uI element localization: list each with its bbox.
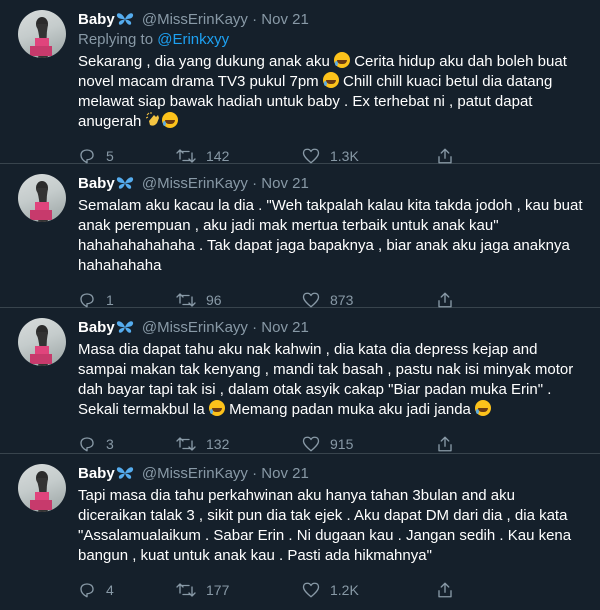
retweet-count: 132: [206, 436, 230, 452]
display-name[interactable]: Baby: [78, 11, 115, 28]
retweet-count: 96: [206, 292, 222, 308]
share-icon: [438, 148, 452, 164]
avatar[interactable]: [18, 10, 66, 58]
share-button[interactable]: [436, 435, 476, 453]
reply-icon: [80, 293, 94, 308]
reply-count: 4: [106, 582, 114, 598]
tweet-date[interactable]: Nov 21: [261, 175, 309, 192]
tweet[interactable]: Baby @MissErinKayy · Nov 21 Semalam aku …: [0, 164, 600, 308]
tweet-date[interactable]: Nov 21: [261, 465, 309, 482]
separator-dot: ·: [252, 319, 258, 336]
laughing-emoji-icon: [334, 52, 351, 68]
user-handle[interactable]: @MissErinKayy: [142, 11, 248, 28]
retweet-button[interactable]: 142: [176, 147, 302, 165]
avatar[interactable]: [18, 464, 66, 512]
user-handle[interactable]: @MissErinKayy: [142, 175, 248, 192]
avatar[interactable]: [18, 318, 66, 366]
reply-button[interactable]: 4: [78, 581, 176, 599]
laughing-emoji-icon: [322, 72, 339, 88]
tweet-text: Masa dia dapat tahu aku nak kahwin , dia…: [78, 340, 584, 420]
separator-dot: ·: [252, 465, 258, 482]
replying-label: Replying to: [78, 31, 158, 48]
tweet-text-part: Sekarang , dia yang dukung anak aku: [78, 53, 335, 70]
heart-icon: [302, 292, 320, 308]
reply-count: 1: [106, 292, 114, 308]
butterfly-icon: [116, 177, 133, 189]
heart-icon: [302, 582, 320, 598]
laughing-emoji-icon: [208, 400, 225, 416]
like-button[interactable]: 915: [302, 435, 436, 453]
separator-dot: ·: [252, 175, 258, 192]
tweet-header: Baby @MissErinKayy · Nov 21: [78, 174, 584, 194]
like-button[interactable]: 873: [302, 291, 436, 309]
tweet-header: Baby @MissErinKayy · Nov 21: [78, 10, 584, 30]
tweet-date[interactable]: Nov 21: [261, 319, 309, 336]
butterfly-icon: [116, 13, 133, 25]
tweet[interactable]: Baby @MissErinKayy · Nov 21 Masa dia dap…: [0, 308, 600, 454]
like-button[interactable]: 1.3K: [302, 147, 436, 165]
retweet-button[interactable]: 96: [176, 291, 302, 309]
share-icon: [438, 436, 452, 452]
like-count: 1.2K: [330, 582, 359, 598]
like-count: 1.3K: [330, 148, 359, 164]
share-button[interactable]: [436, 581, 476, 599]
tweet-actions: 4 177 1.2K: [78, 570, 584, 610]
reply-icon: [80, 149, 94, 164]
user-handle[interactable]: @MissErinKayy: [142, 319, 248, 336]
share-button[interactable]: [436, 147, 476, 165]
like-count: 915: [330, 436, 354, 452]
reply-button[interactable]: 5: [78, 147, 176, 165]
tweet[interactable]: Baby @MissErinKayy · Nov 21 Tapi masa di…: [0, 454, 600, 602]
retweet-count: 142: [206, 148, 230, 164]
replying-to-link[interactable]: @Erinkxyy: [157, 31, 229, 48]
display-name[interactable]: Baby: [78, 465, 115, 482]
share-icon: [438, 292, 452, 308]
like-button[interactable]: 1.2K: [302, 581, 436, 599]
reply-button[interactable]: 3: [78, 435, 176, 453]
avatar[interactable]: [18, 174, 66, 222]
like-count: 873: [330, 292, 354, 308]
retweet-icon: [176, 437, 196, 451]
reply-count: 5: [106, 148, 114, 164]
tweet[interactable]: Baby @MissErinKayy · Nov 21 Replying to …: [0, 0, 600, 164]
tweet-text: Tapi masa dia tahu perkahwinan aku hanya…: [78, 487, 576, 564]
reply-count: 3: [106, 436, 114, 452]
tweet-header: Baby @MissErinKayy · Nov 21: [78, 464, 584, 484]
clap-emoji-icon: [145, 112, 159, 126]
display-name[interactable]: Baby: [78, 175, 115, 192]
retweet-icon: [176, 293, 196, 307]
retweet-button[interactable]: 177: [176, 581, 302, 599]
retweet-icon: [176, 149, 196, 163]
retweet-count: 177: [206, 582, 230, 598]
retweet-icon: [176, 583, 196, 597]
heart-icon: [302, 436, 320, 452]
laughing-emoji-icon: [475, 400, 492, 416]
share-button[interactable]: [436, 291, 476, 309]
reply-icon: [80, 583, 94, 598]
display-name[interactable]: Baby: [78, 319, 115, 336]
share-icon: [438, 582, 452, 598]
tweet-header: Baby @MissErinKayy · Nov 21: [78, 318, 584, 338]
tweet-text-part: Memang padan muka aku jadi janda: [224, 401, 476, 418]
tweet-text: Semalam aku kacau la dia . "Weh takpalah…: [78, 197, 587, 274]
tweet-date[interactable]: Nov 21: [261, 11, 309, 28]
tweet-text: Sekarang , dia yang dukung anak aku Ceri…: [78, 52, 584, 132]
reply-button[interactable]: 1: [78, 291, 176, 309]
reply-icon: [80, 437, 94, 452]
user-handle[interactable]: @MissErinKayy: [142, 465, 248, 482]
separator-dot: ·: [252, 11, 258, 28]
butterfly-icon: [116, 467, 133, 479]
butterfly-icon: [116, 321, 133, 333]
replying-to: Replying to @Erinkxyy: [78, 30, 584, 50]
heart-icon: [302, 148, 320, 164]
retweet-button[interactable]: 132: [176, 435, 302, 453]
laughing-emoji-icon: [161, 112, 178, 128]
